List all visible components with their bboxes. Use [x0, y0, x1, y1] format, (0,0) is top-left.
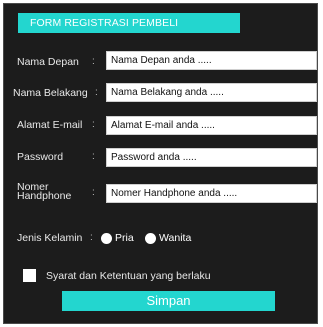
registration-form-panel: FORM REGISTRASI PEMBELI Nama Depan : Nam… [3, 3, 318, 324]
phone-colon: : [92, 187, 95, 198]
last-name-colon: : [95, 87, 98, 98]
password-label: Password [17, 151, 64, 163]
first-name-colon: : [92, 56, 95, 67]
radio-icon[interactable] [145, 232, 156, 244]
password-colon: : [92, 151, 95, 162]
email-field[interactable]: Alamat E-mail anda ..... [106, 116, 317, 135]
gender-option-wanita[interactable]: Wanita [145, 232, 191, 244]
save-button[interactable]: Simpan [62, 291, 275, 311]
last-name-field[interactable]: Nama Belakang anda ..... [106, 83, 317, 102]
password-field[interactable]: Password anda ..... [106, 148, 317, 167]
first-name-field[interactable]: Nama Depan anda ..... [106, 51, 317, 70]
email-label: Alamat E-mail [17, 119, 83, 131]
terms-checkbox[interactable] [23, 269, 36, 282]
phone-label-line2: Handphone [17, 190, 72, 202]
first-name-label: Nama Depan [17, 56, 79, 68]
phone-label: Nomer Handphone [17, 182, 72, 202]
phone-field[interactable]: Nomer Handphone anda ..... [106, 184, 317, 203]
terms-label: Syarat dan Ketentuan yang berlaku [46, 270, 211, 282]
email-colon: : [92, 119, 95, 130]
gender-option-pria[interactable]: Pria [101, 232, 134, 244]
gender-label: Jenis Kelamin [17, 232, 83, 244]
radio-icon[interactable] [101, 232, 112, 244]
form-title: FORM REGISTRASI PEMBELI [18, 13, 240, 33]
gender-option-wanita-label: Wanita [159, 232, 192, 244]
gender-option-pria-label: Pria [115, 232, 134, 244]
last-name-label: Nama Belakang [13, 87, 88, 99]
gender-colon: : [90, 232, 93, 243]
